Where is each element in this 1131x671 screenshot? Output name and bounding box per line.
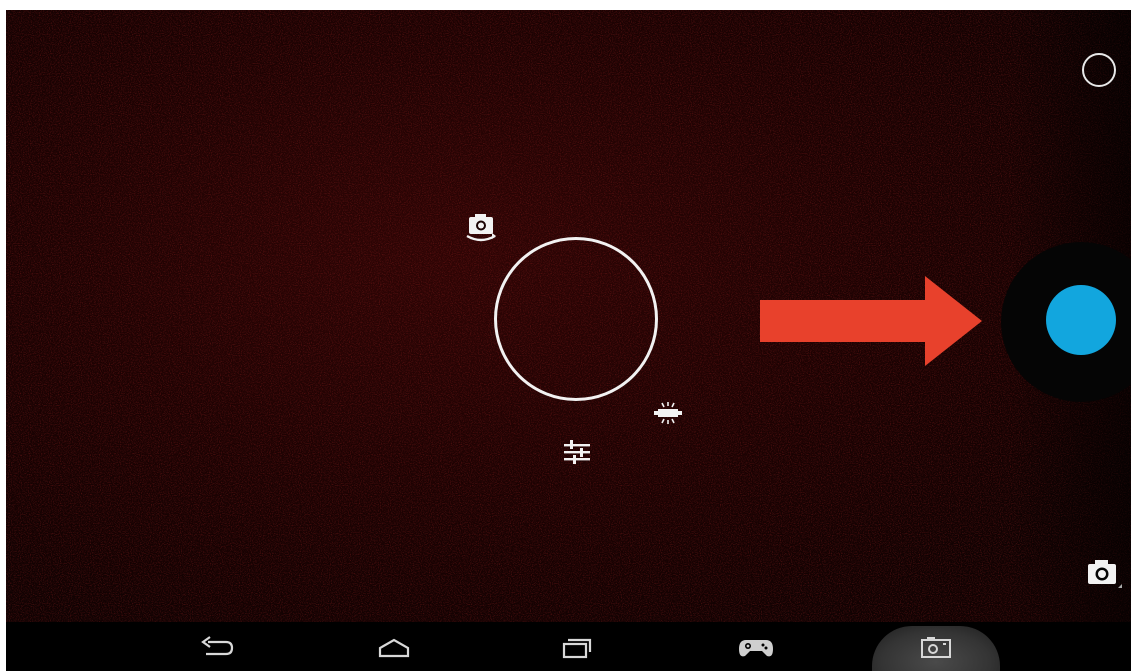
circle-outline-icon[interactable] (1082, 53, 1116, 87)
camera-icon[interactable] (1084, 556, 1124, 592)
back-icon (201, 635, 234, 655)
recents-icon (562, 638, 592, 658)
screenshot-icon (921, 636, 951, 658)
red-arrow-icon (760, 276, 982, 366)
games-button[interactable] (726, 622, 786, 671)
pie-menu-ring[interactable] (494, 237, 658, 401)
camera-screen (6, 10, 1131, 671)
screenshot-button[interactable] (906, 622, 966, 671)
camera-switch-icon[interactable] (463, 211, 499, 243)
home-icon (378, 638, 410, 657)
recent-apps-button[interactable] (546, 622, 606, 671)
flash-icon[interactable] (651, 400, 685, 426)
gamepad-icon (739, 639, 773, 656)
sliders-icon[interactable] (562, 437, 592, 467)
back-button[interactable] (186, 622, 246, 671)
home-button[interactable] (364, 622, 424, 671)
shutter-button[interactable] (1046, 285, 1116, 355)
